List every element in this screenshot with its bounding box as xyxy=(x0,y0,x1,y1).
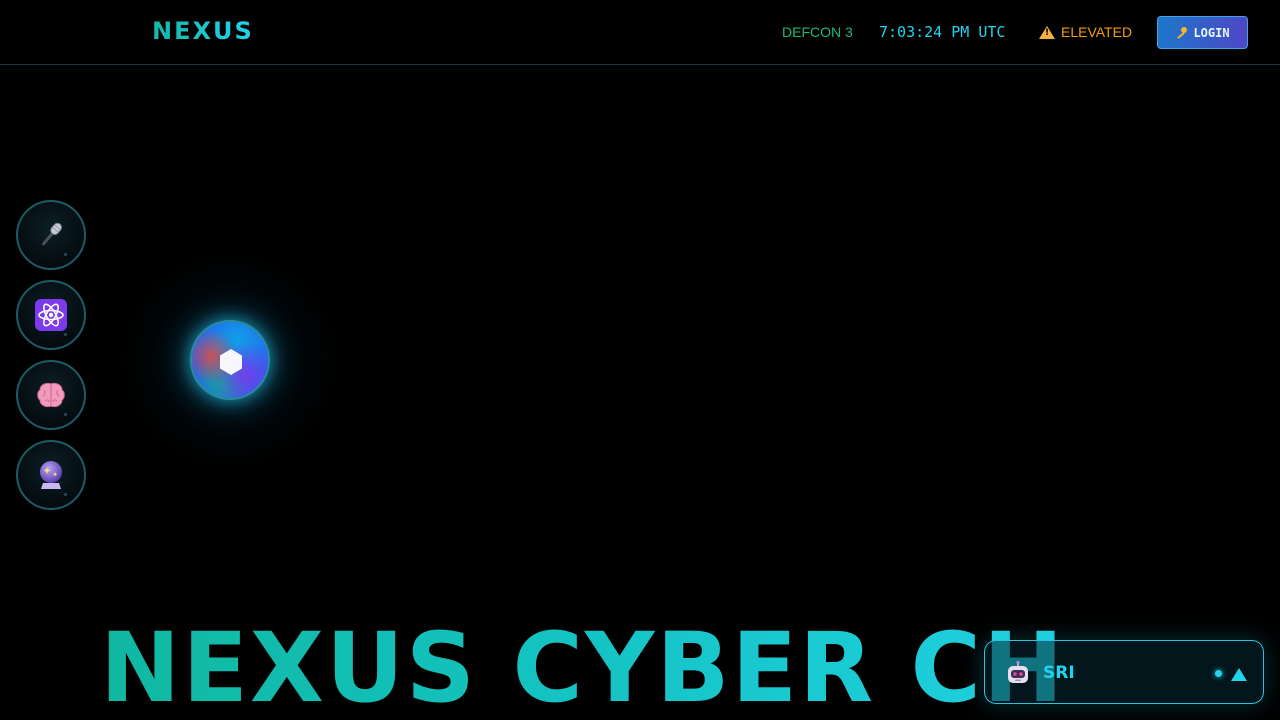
hexagon-icon xyxy=(220,349,242,375)
utc-clock: 7:03:24 PM UTC xyxy=(879,23,1006,41)
logo[interactable]: NEXUS xyxy=(152,17,254,45)
core-orb[interactable] xyxy=(190,320,270,400)
brain-icon xyxy=(37,382,65,408)
warning-icon xyxy=(1039,25,1055,39)
microphone-icon xyxy=(41,222,62,246)
assistant-chat-widget[interactable]: SRI xyxy=(984,640,1264,704)
top-bar: NEXUS DEFCON 3 7:03:24 PM UTC ELEVATED L… xyxy=(0,0,1280,65)
hero-title: NEXUS CYBER CH xyxy=(100,612,1066,720)
atom-icon xyxy=(35,299,67,331)
page: NEXUS DEFCON 3 7:03:24 PM UTC ELEVATED L… xyxy=(0,0,1280,720)
sidebar-item-oracle[interactable] xyxy=(16,440,86,510)
online-status-dot xyxy=(1215,670,1222,677)
login-button-label: LOGIN xyxy=(1193,25,1230,40)
threat-level-label: ELEVATED xyxy=(1061,24,1133,40)
defcon-status: DEFCON 3 xyxy=(782,24,853,40)
sidebar-item-voice[interactable] xyxy=(16,200,86,270)
key-icon xyxy=(1175,26,1188,39)
login-button[interactable]: LOGIN xyxy=(1157,16,1248,49)
assistant-name: SRI xyxy=(1043,663,1075,683)
chevron-up-icon[interactable] xyxy=(1231,668,1247,681)
threat-level-indicator: ELEVATED xyxy=(1039,24,1132,40)
crystal-ball-icon xyxy=(40,461,62,489)
robot-icon xyxy=(1008,661,1028,683)
sidebar-item-quantum[interactable] xyxy=(16,280,86,350)
sidebar-item-neural[interactable] xyxy=(16,360,86,430)
